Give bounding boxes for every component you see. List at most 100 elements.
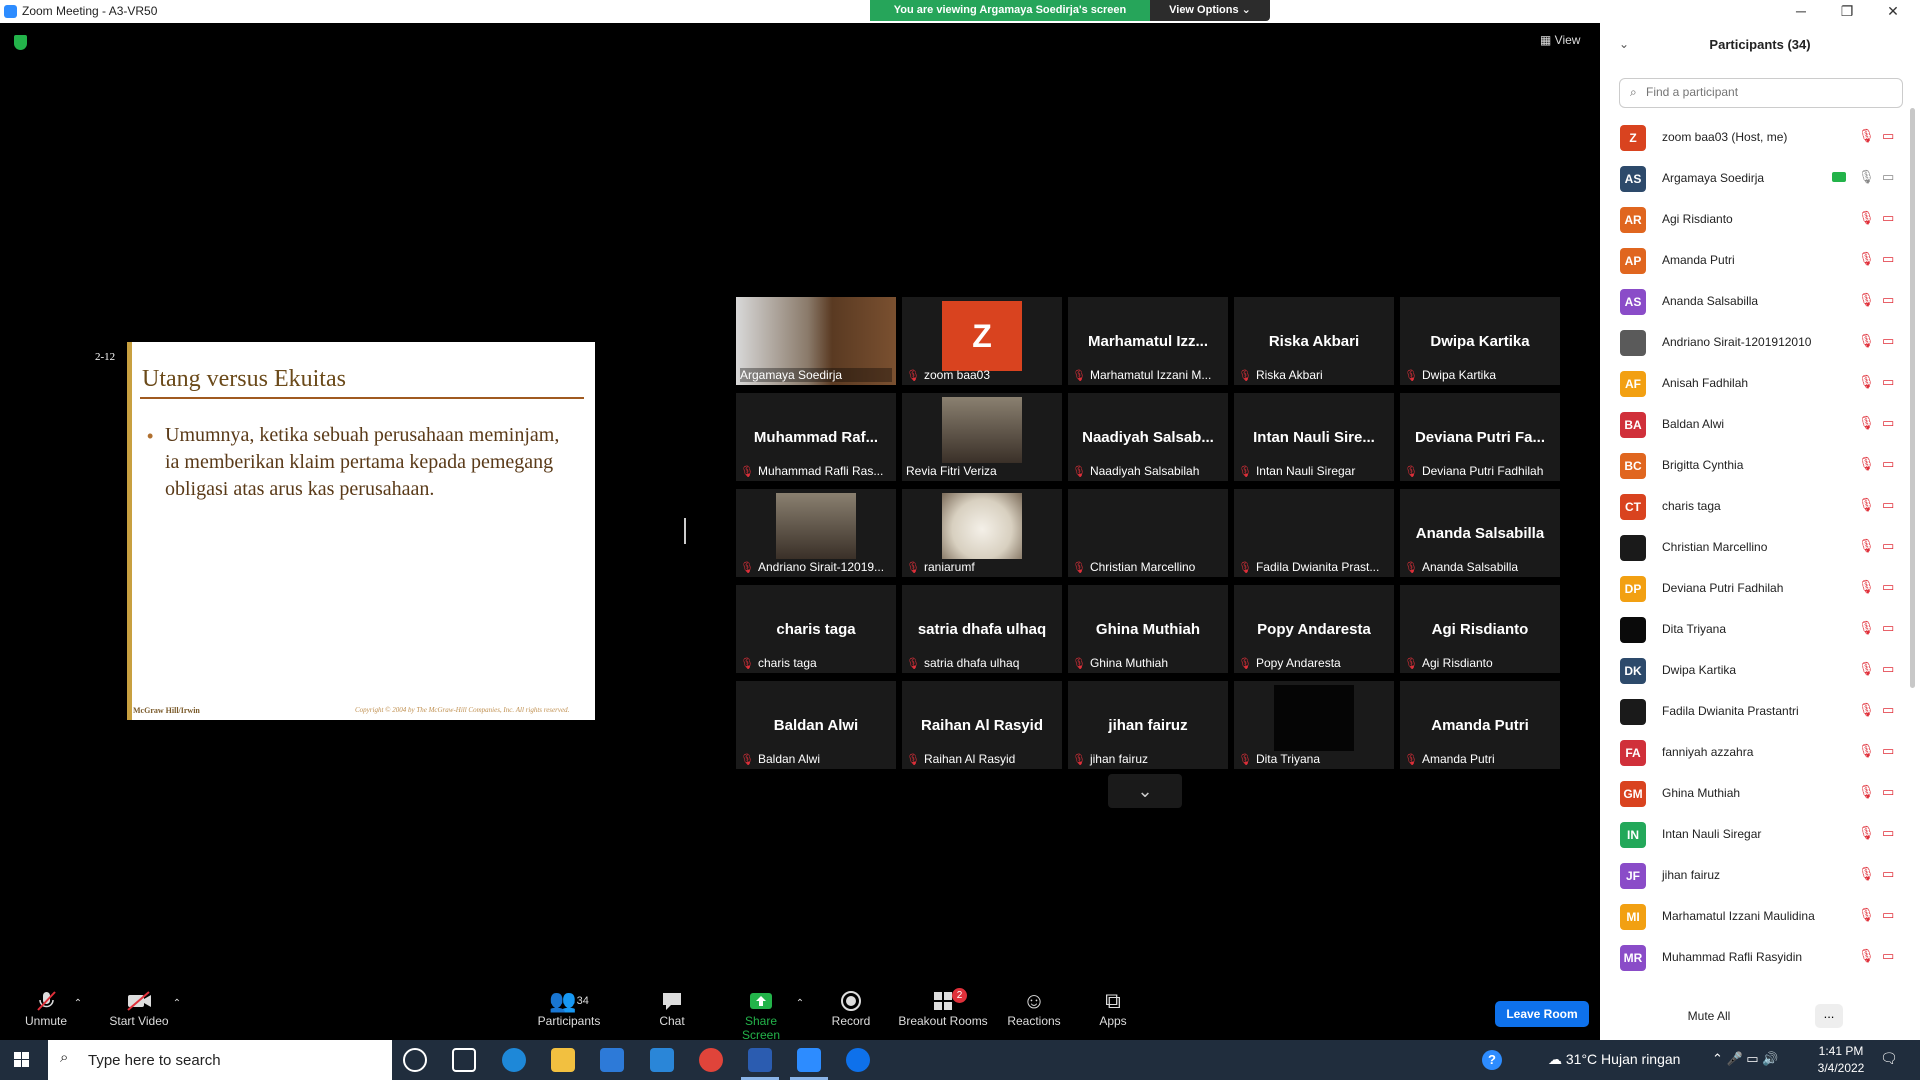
participant-tile[interactable]: Naadiyah Salsab... 🎙 Naadiyah Salsabilah bbox=[1068, 393, 1228, 481]
participant-row[interactable]: Christian Marcellino 🎙 ▭ bbox=[1620, 527, 1905, 568]
participant-tile[interactable]: jihan fairuz 🎙 jihan fairuz bbox=[1068, 681, 1228, 769]
camera-off-icon[interactable]: ▭ bbox=[1882, 292, 1894, 308]
camera-off-icon[interactable]: ▭ bbox=[1882, 743, 1894, 759]
view-options-button[interactable]: View Options ⌄ bbox=[1150, 0, 1270, 21]
word-icon[interactable] bbox=[748, 1048, 772, 1072]
participant-row[interactable]: DK Dwipa Kartika 🎙 ▭ bbox=[1620, 650, 1905, 691]
camera-off-icon[interactable]: ▭ bbox=[1882, 702, 1894, 718]
mic-muted-icon[interactable]: 🎙 bbox=[1858, 456, 1875, 472]
participant-row[interactable]: AS Argamaya Soedirja 🎙 ▭ bbox=[1620, 158, 1905, 199]
close-button[interactable]: ✕ bbox=[1870, 0, 1916, 22]
leave-room-button[interactable]: Leave Room bbox=[1495, 1001, 1589, 1027]
mute-all-button[interactable]: Mute All bbox=[1672, 1004, 1746, 1028]
share-screen-button[interactable]: Share Screen bbox=[725, 990, 797, 1042]
mic-muted-icon[interactable]: 🎙 bbox=[1858, 702, 1875, 718]
minimize-button[interactable]: ─ bbox=[1778, 0, 1824, 22]
mic-muted-icon[interactable]: 🎙 bbox=[1858, 538, 1875, 554]
share-options-caret[interactable]: ⌃ bbox=[794, 998, 806, 1009]
participant-row[interactable]: CT charis taga 🎙 ▭ bbox=[1620, 486, 1905, 527]
participant-tile[interactable]: Raihan Al Rasyid 🎙 Raihan Al Rasyid bbox=[902, 681, 1062, 769]
system-tray[interactable]: ⌃ 🎤 ▭ 🔊 bbox=[1712, 1051, 1778, 1067]
participant-tile[interactable]: Dwipa Kartika 🎙 Dwipa Kartika bbox=[1400, 297, 1560, 385]
participant-row[interactable]: Andriano Sirait-1201912010 🎙 ▭ bbox=[1620, 322, 1905, 363]
mic-muted-icon[interactable]: 🎙 bbox=[1858, 948, 1875, 964]
mail-icon[interactable] bbox=[650, 1048, 674, 1072]
mic-muted-icon[interactable]: 🎙 bbox=[1858, 620, 1875, 636]
split-divider-handle[interactable] bbox=[684, 518, 686, 544]
cortana-icon[interactable] bbox=[403, 1048, 427, 1072]
mic-muted-icon[interactable]: 🎙 bbox=[1858, 210, 1875, 226]
clock[interactable]: 1:41 PM 3/4/2022 bbox=[1806, 1043, 1876, 1077]
encryption-shield-icon[interactable] bbox=[14, 35, 27, 50]
mic-muted-icon[interactable]: 🎙 bbox=[1858, 784, 1875, 800]
participant-tile[interactable]: Popy Andaresta 🎙 Popy Andaresta bbox=[1234, 585, 1394, 673]
store-icon[interactable] bbox=[600, 1048, 624, 1072]
camera-off-icon[interactable]: ▭ bbox=[1882, 866, 1894, 882]
maximize-button[interactable]: ❐ bbox=[1824, 0, 1870, 22]
participant-tile[interactable]: Riska Akbari 🎙 Riska Akbari bbox=[1234, 297, 1394, 385]
camera-off-icon[interactable]: ▭ bbox=[1882, 210, 1894, 226]
camera-off-icon[interactable]: ▭ bbox=[1882, 825, 1894, 841]
participant-row[interactable]: GM Ghina Muthiah 🎙 ▭ bbox=[1620, 773, 1905, 814]
camera-off-icon[interactable]: ▭ bbox=[1882, 333, 1894, 349]
video-options-caret[interactable]: ⌃ bbox=[171, 998, 183, 1009]
windows-start-icon[interactable] bbox=[14, 1052, 30, 1068]
camera-off-icon[interactable]: ▭ bbox=[1882, 538, 1894, 554]
participant-row[interactable]: BC Brigitta Cynthia 🎙 ▭ bbox=[1620, 445, 1905, 486]
edge-icon[interactable] bbox=[502, 1048, 526, 1072]
participant-row[interactable]: MI Marhamatul Izzani Maulidina 🎙 ▭ bbox=[1620, 896, 1905, 937]
mic-muted-icon[interactable]: 🎙 bbox=[1858, 333, 1875, 349]
mic-muted-icon[interactable]: 🎙 bbox=[1858, 579, 1875, 595]
camera-off-icon[interactable]: ▭ bbox=[1882, 415, 1894, 431]
start-video-button[interactable]: Start Video bbox=[104, 990, 174, 1028]
participant-tile[interactable]: Deviana Putri Fa... 🎙 Deviana Putri Fadhil… bbox=[1400, 393, 1560, 481]
participant-tile[interactable]: Amanda Putri 🎙 Amanda Putri bbox=[1400, 681, 1560, 769]
participant-row[interactable]: AF Anisah Fadhilah 🎙 ▭ bbox=[1620, 363, 1905, 404]
participants-button[interactable]: 👥34 Participants bbox=[535, 990, 603, 1029]
participant-row[interactable]: AR Agi Risdianto 🎙 ▭ bbox=[1620, 199, 1905, 240]
participant-tile[interactable]: 🎙 Andriano Sirait-12019... bbox=[736, 489, 896, 577]
notifications-icon[interactable]: 🗨 bbox=[1880, 1050, 1898, 1067]
file-explorer-icon[interactable] bbox=[551, 1048, 575, 1072]
audio-options-caret[interactable]: ⌃ bbox=[72, 998, 84, 1009]
mic-muted-icon[interactable]: 🎙 bbox=[1858, 907, 1875, 923]
unmute-button[interactable]: Unmute bbox=[18, 990, 74, 1028]
participant-row[interactable]: JF jihan fairuz 🎙 ▭ bbox=[1620, 855, 1905, 896]
gallery-next-page-button[interactable]: ⌄ bbox=[1108, 774, 1182, 808]
participant-tile[interactable]: Baldan Alwi 🎙 Baldan Alwi bbox=[736, 681, 896, 769]
camera-off-icon[interactable]: ▭ bbox=[1882, 456, 1894, 472]
mic-muted-icon[interactable]: 🎙 bbox=[1858, 128, 1875, 144]
participant-tile[interactable]: 🎙 Christian Marcellino bbox=[1068, 489, 1228, 577]
apps-button[interactable]: ⧉ Apps bbox=[1098, 990, 1128, 1029]
participant-tile[interactable]: Agi Risdianto 🎙 Agi Risdianto bbox=[1400, 585, 1560, 673]
participant-row[interactable]: AS Ananda Salsabilla 🎙 ▭ bbox=[1620, 281, 1905, 322]
camera-off-icon[interactable]: ▭ bbox=[1882, 497, 1894, 513]
mic-muted-icon[interactable]: 🎙 bbox=[1858, 661, 1875, 677]
camera-off-icon[interactable]: ▭ bbox=[1882, 128, 1894, 144]
participant-row[interactable]: Zzoom baa03 (Host, me) 🎙 ▭ bbox=[1620, 117, 1905, 158]
mic-icon[interactable]: 🎙 bbox=[1858, 169, 1875, 185]
participant-tile[interactable]: Ananda Salsabilla 🎙 Ananda Salsabilla bbox=[1400, 489, 1560, 577]
weather-widget[interactable]: ☁ 31°C Hujan ringan bbox=[1548, 1051, 1680, 1068]
more-options-button[interactable]: ... bbox=[1815, 1004, 1843, 1028]
camera-off-icon[interactable]: ▭ bbox=[1882, 784, 1894, 800]
camera-off-icon[interactable]: ▭ bbox=[1882, 374, 1894, 390]
view-button[interactable]: ▦ View bbox=[1540, 33, 1580, 47]
breakout-rooms-button[interactable]: 2 Breakout Rooms bbox=[896, 988, 990, 1028]
participant-list-scrollbar[interactable] bbox=[1910, 108, 1915, 688]
chat-button[interactable]: Chat bbox=[652, 990, 692, 1028]
mic-muted-icon[interactable]: 🎙 bbox=[1858, 866, 1875, 882]
mic-muted-icon[interactable]: 🎙 bbox=[1858, 825, 1875, 841]
participant-search-input[interactable] bbox=[1646, 85, 1886, 99]
camera-icon[interactable]: ▭ bbox=[1882, 169, 1894, 185]
chrome-icon[interactable] bbox=[699, 1048, 723, 1072]
participant-row[interactable]: AP Amanda Putri 🎙 ▭ bbox=[1620, 240, 1905, 281]
participant-tile[interactable]: 🎙 raniarumf bbox=[902, 489, 1062, 577]
participant-row[interactable]: MR Muhammad Rafli Rasyidin 🎙 ▭ bbox=[1620, 937, 1905, 978]
participant-row[interactable]: BA Baldan Alwi 🎙 ▭ bbox=[1620, 404, 1905, 445]
mic-muted-icon[interactable]: 🎙 bbox=[1858, 497, 1875, 513]
teamviewer-icon[interactable] bbox=[846, 1048, 870, 1072]
mic-muted-icon[interactable]: 🎙 bbox=[1858, 251, 1875, 267]
participant-tile[interactable]: Revia Fitri Veriza bbox=[902, 393, 1062, 481]
mic-muted-icon[interactable]: 🎙 bbox=[1858, 415, 1875, 431]
